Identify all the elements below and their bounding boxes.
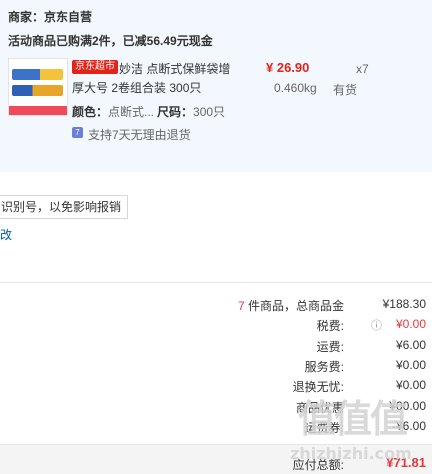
product-tag-strip — [9, 106, 67, 115]
shipping-coupon-label: 运费券: — [304, 421, 344, 435]
product-name-line2[interactable]: 厚大号 2卷组合装 300只 — [72, 79, 201, 96]
jd-supermarket-badge: 京东超市 — [72, 60, 118, 74]
tax-value: ¥0.00 — [395, 317, 426, 331]
promo-text: 活动商品已购满2件，已减56.49元现金 — [8, 34, 213, 48]
total-value: ¥71.81 — [386, 455, 426, 470]
shipping-value: ¥6.00 — [395, 338, 426, 352]
return-policy-text: 支持7天无理由退货 — [88, 128, 191, 142]
product-weight: 0.460kg — [274, 81, 317, 95]
product-quantity: x7 — [356, 62, 369, 76]
info-circle-icon[interactable]: ⓘ — [371, 317, 382, 333]
product-price: ¥ 26.90 — [266, 60, 310, 75]
service-fee-label: 服务费: — [304, 360, 344, 374]
items-label: 件商品，总商品金 — [244, 299, 344, 313]
return-worry-free-label: 退换无忧: — [292, 380, 344, 394]
shipping-coupon-value: -¥6.00 — [391, 419, 426, 433]
size-value: 300只 — [193, 105, 226, 119]
seller-label: 商家：京东自营 — [8, 10, 93, 24]
color-value: 点断式... — [108, 105, 155, 119]
color-attribute: 颜色：点断式... — [72, 103, 154, 120]
shipping-label: 运费: — [316, 340, 344, 354]
total-label: 应付总额: — [292, 458, 344, 472]
items-total-value: ¥188.30 — [382, 297, 426, 311]
product-discount-value: ¥00.00 — [389, 399, 426, 413]
product-thumbnail[interactable] — [8, 58, 68, 116]
items-count: 7 — [237, 299, 245, 313]
size-attribute: 尺码：300只 — [157, 103, 225, 120]
invoice-notice: 识别号，以免影响报销 — [0, 195, 128, 219]
service-fee-value: ¥0.00 — [395, 358, 426, 372]
product-roll-image — [12, 69, 63, 80]
section-divider — [0, 282, 432, 283]
seven-day-return-icon: 7 — [72, 127, 83, 138]
return-worry-free-value: ¥0.00 — [395, 378, 426, 392]
product-name-line1[interactable]: 妙洁 点断式保鲜袋增 — [119, 60, 230, 77]
size-label: 尺码： — [157, 105, 194, 119]
items-summary-label: 7 件商品，总商品金 — [238, 297, 344, 314]
product-roll-image — [12, 85, 63, 96]
invoice-edit-link[interactable]: 改 — [0, 226, 12, 243]
tax-label: 税费: — [316, 319, 344, 333]
stock-status: 有货 — [333, 83, 358, 97]
product-discount-label: 商品优惠 — [295, 401, 344, 415]
color-label: 颜色： — [72, 105, 109, 119]
total-bar — [0, 444, 432, 474]
